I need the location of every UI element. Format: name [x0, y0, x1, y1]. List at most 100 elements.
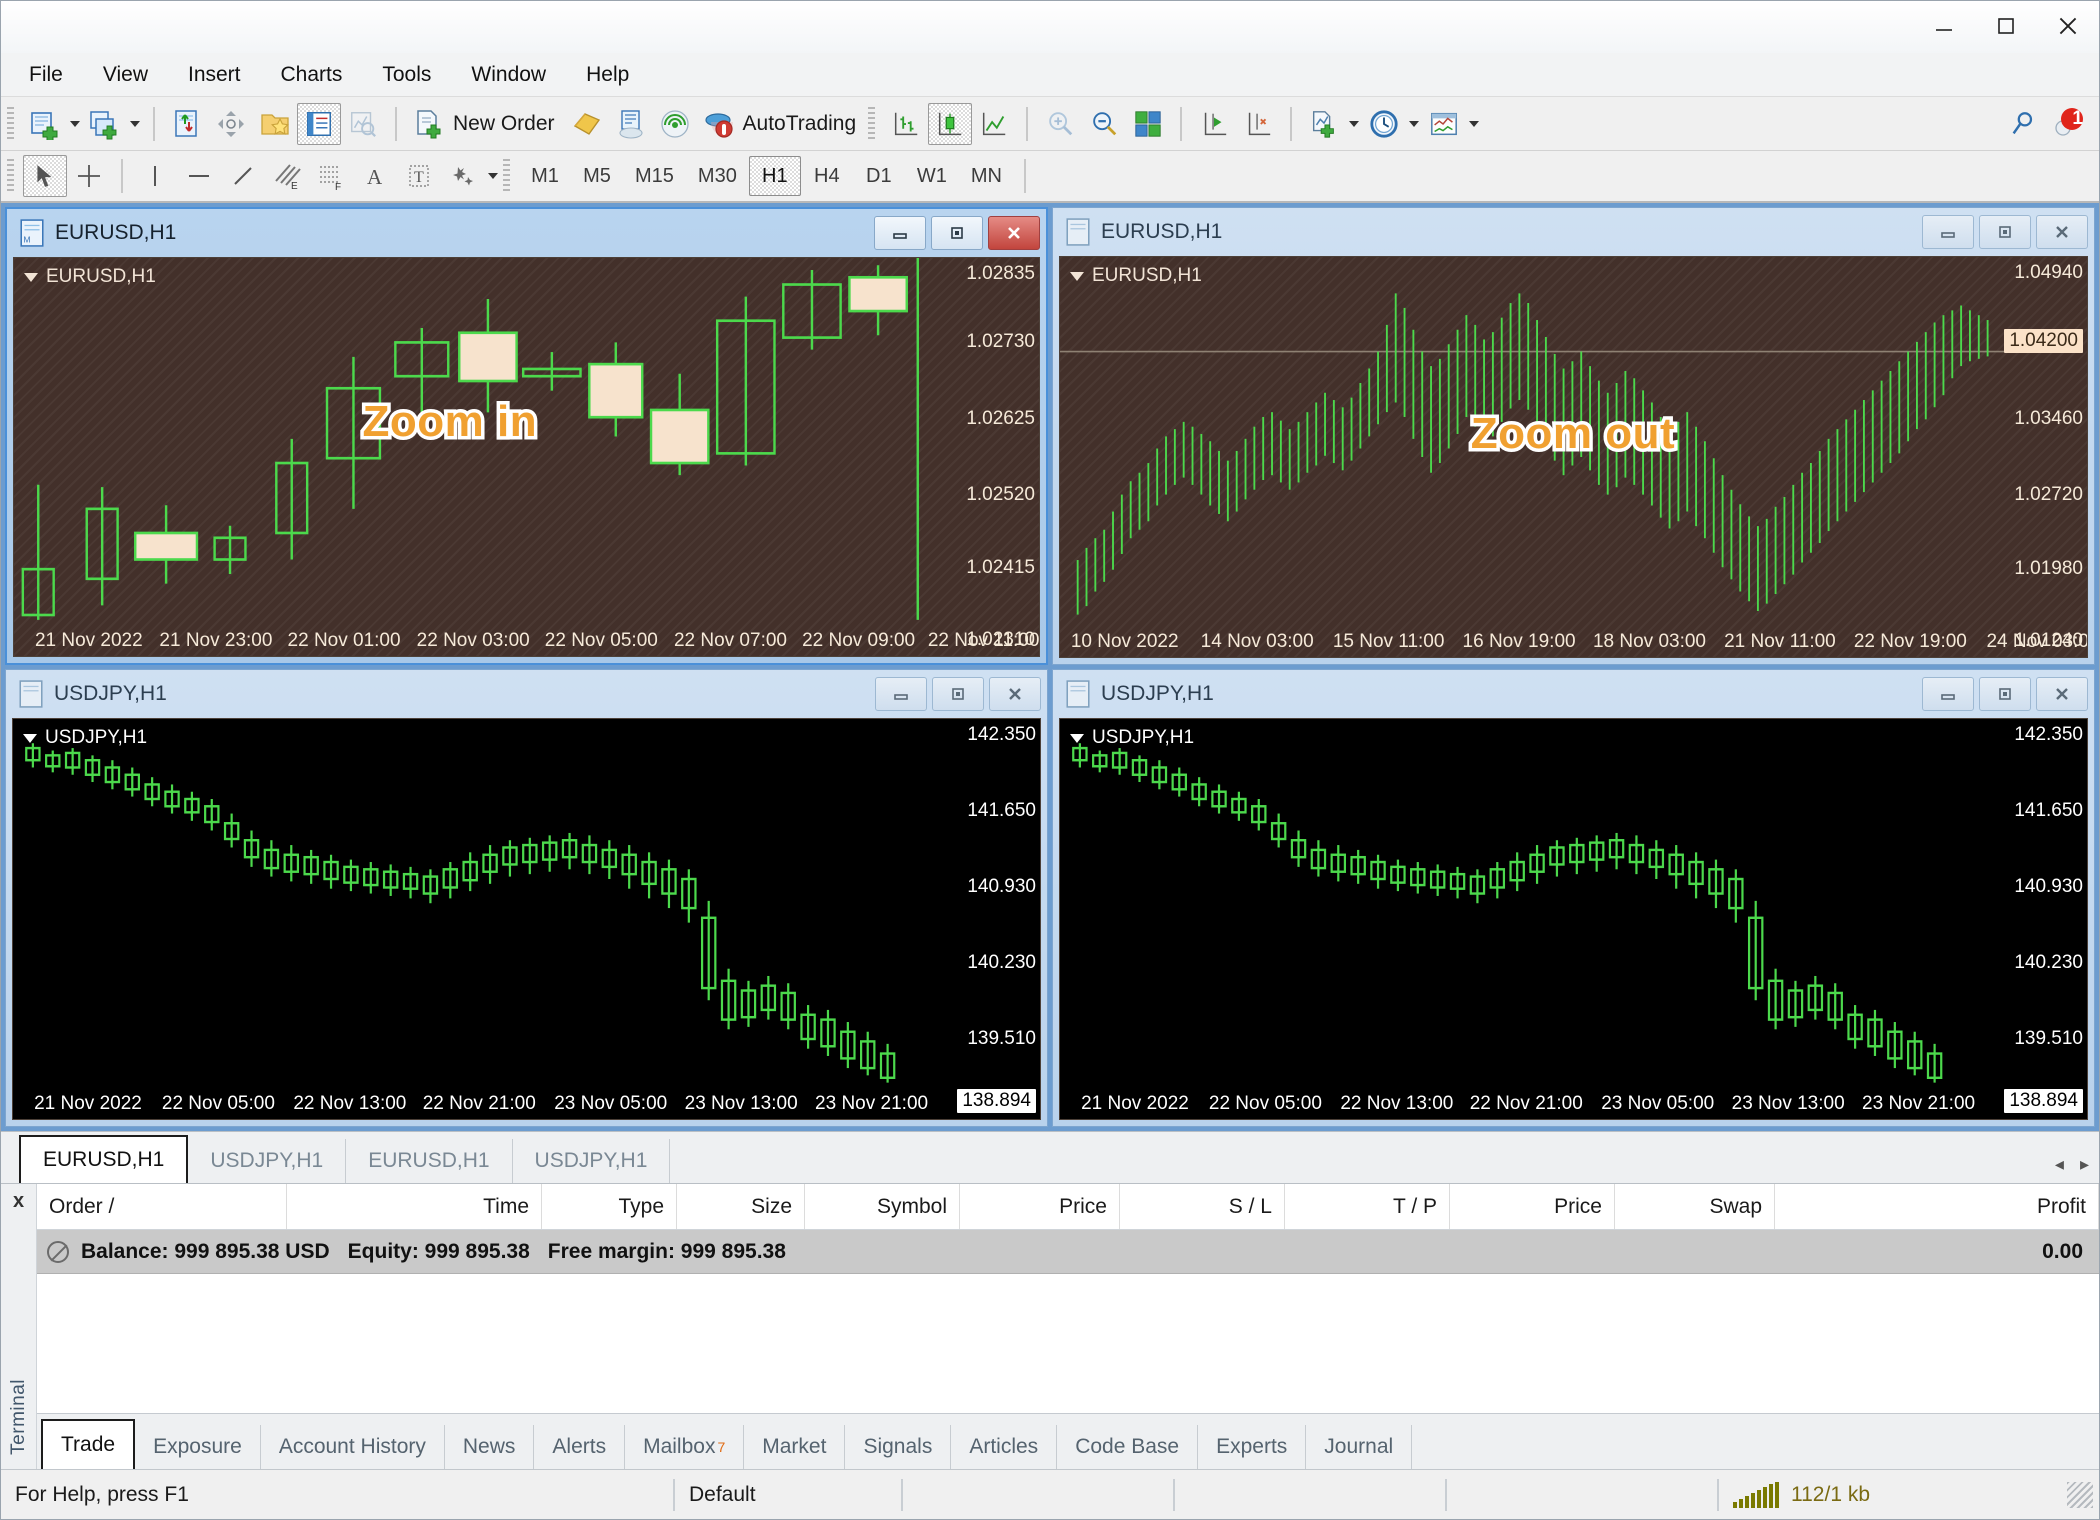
status-connection[interactable]: 112/1 kb — [1719, 1477, 1884, 1513]
column-price-open[interactable]: Price — [960, 1184, 1120, 1229]
chart-time-axis-1[interactable]: 21 Nov 2022 21 Nov 23:00 22 Nov 01:00 22… — [14, 620, 1039, 656]
timeframe-m30[interactable]: M30 — [686, 156, 749, 196]
auto-scroll-button[interactable] — [1236, 103, 1280, 145]
tile-windows-button[interactable] — [1126, 103, 1170, 145]
candlestick-chart-button[interactable] — [928, 102, 973, 145]
column-profit[interactable]: Profit — [1775, 1184, 2099, 1229]
zoom-in-button[interactable] — [1038, 103, 1082, 145]
chart-tab-eurusd-1[interactable]: EURUSD,H1 — [19, 1135, 189, 1183]
signals-button[interactable] — [653, 103, 697, 145]
column-size[interactable]: Size — [677, 1184, 805, 1229]
menu-item-file[interactable]: File — [9, 57, 83, 93]
terminal-tab-market[interactable]: Market — [744, 1425, 846, 1469]
chart-restore-button-1[interactable] — [931, 216, 983, 250]
new-order-button[interactable] — [407, 103, 451, 145]
cursor-tool-button[interactable] — [23, 155, 67, 197]
chart-time-axis-4[interactable]: 21 Nov 2022 22 Nov 05:00 22 Nov 13:00 22… — [1060, 1083, 2087, 1119]
chart-plot-1[interactable]: EURUSD,H1 Zoom in 1.02835 1.02730 1.0262… — [13, 257, 1040, 657]
chart-close-button-2[interactable] — [2036, 215, 2088, 249]
templates-button[interactable] — [1422, 103, 1466, 145]
terminal-tab-trade[interactable]: Trade — [41, 1419, 136, 1469]
market-watch-button[interactable] — [165, 103, 209, 145]
timeframe-w1[interactable]: W1 — [905, 156, 959, 196]
terminal-tab-alerts[interactable]: Alerts — [534, 1425, 626, 1469]
strategy-tester-button[interactable] — [341, 103, 385, 145]
chart-restore-button-3[interactable] — [932, 677, 984, 711]
column-price-current[interactable]: Price — [1450, 1184, 1615, 1229]
trendline-button[interactable] — [221, 155, 265, 197]
fibonacci-retracement-button[interactable]: F — [309, 155, 353, 197]
column-order[interactable]: Order / — [37, 1184, 287, 1229]
resize-grip[interactable] — [2067, 1481, 2093, 1508]
window-close-button[interactable] — [2037, 6, 2099, 46]
timeframe-mn[interactable]: MN — [959, 156, 1014, 196]
chart-restore-button-2[interactable] — [1979, 215, 2031, 249]
news-button[interactable] — [609, 103, 653, 145]
terminal-tab-account-history[interactable]: Account History — [261, 1425, 445, 1469]
crosshair-button[interactable] — [209, 103, 253, 145]
arrows-dropdown[interactable] — [485, 155, 501, 197]
chart-window-eurusd-zoomout[interactable]: EURUSD,H1 EURUSD,H1 Zoom out 1.04940 1.0… — [1052, 207, 2095, 665]
vertical-line-button[interactable] — [133, 155, 177, 197]
chart-window-usdjpy-right[interactable]: USDJPY,H1 USDJPY,H1 142.350 141.650 140.… — [1052, 669, 2095, 1127]
chart-restore-button-4[interactable] — [1979, 677, 2031, 711]
chart-minimize-button-1[interactable] — [874, 216, 926, 250]
add-indicator-dropdown[interactable] — [1346, 103, 1362, 145]
zoom-out-button[interactable] — [1082, 103, 1126, 145]
column-symbol[interactable]: Symbol — [805, 1184, 960, 1229]
text-label-button[interactable]: T — [397, 155, 441, 197]
chart-time-axis-3[interactable]: 21 Nov 2022 22 Nov 05:00 22 Nov 13:00 22… — [13, 1083, 1040, 1119]
search-button[interactable] — [2001, 103, 2045, 145]
profiles-dropdown[interactable] — [127, 103, 143, 145]
metaeditor-button[interactable] — [565, 103, 609, 145]
chart-plot-4[interactable]: USDJPY,H1 142.350 141.650 140.930 140.23… — [1059, 718, 2088, 1120]
chart-window-usdjpy-left[interactable]: USDJPY,H1 USDJPY,H1 142.350 141.650 140.… — [5, 669, 1048, 1127]
shift-chart-button[interactable] — [1192, 103, 1236, 145]
trade-table-body[interactable] — [37, 1274, 2099, 1413]
line-studies-grip[interactable] — [7, 159, 17, 193]
notifications-button[interactable]: 1 — [2045, 103, 2089, 145]
column-type[interactable]: Type — [542, 1184, 677, 1229]
chart-minimize-button-3[interactable] — [875, 677, 927, 711]
chart-close-button-4[interactable] — [2036, 677, 2088, 711]
add-indicator-button[interactable] — [1302, 103, 1346, 145]
chart-tab-eurusd-2[interactable]: EURUSD,H1 — [346, 1139, 513, 1183]
terminal-tab-mailbox[interactable]: Mailbox 7 — [625, 1425, 745, 1469]
timeframe-m1[interactable]: M1 — [519, 156, 571, 196]
column-time[interactable]: Time — [287, 1184, 542, 1229]
chart-close-button-3[interactable] — [989, 677, 1041, 711]
equidistant-channel-button[interactable]: E — [265, 155, 309, 197]
chart-time-axis-2[interactable]: 10 Nov 2022 14 Nov 03:00 15 Nov 11:00 16… — [1060, 621, 2087, 657]
timeframe-d1[interactable]: D1 — [853, 156, 905, 196]
chart-plot-2[interactable]: EURUSD,H1 Zoom out 1.04940 1.04200 1.034… — [1059, 256, 2088, 658]
menu-item-window[interactable]: Window — [451, 57, 566, 93]
column-swap[interactable]: Swap — [1615, 1184, 1775, 1229]
terminal-tab-journal[interactable]: Journal — [1306, 1425, 1413, 1469]
period-button[interactable] — [1362, 103, 1406, 145]
chart-minimize-button-4[interactable] — [1922, 677, 1974, 711]
timeframe-m5[interactable]: M5 — [571, 156, 623, 196]
terminal-toggle-button[interactable] — [297, 102, 341, 145]
terminal-tab-news[interactable]: News — [445, 1425, 535, 1469]
horizontal-line-button[interactable] — [177, 155, 221, 197]
period-dropdown[interactable] — [1406, 103, 1422, 145]
timeframe-m15[interactable]: M15 — [623, 156, 686, 196]
timeframe-h1[interactable]: H1 — [748, 156, 801, 196]
chart-plot-3[interactable]: USDJPY,H1 142.350 141.650 140.930 140.23… — [12, 718, 1041, 1120]
chart-window-eurusd-zoomin[interactable]: M EURUSD,H1 EURUSD,H1 Zoom in 1.02835 1.… — [5, 207, 1048, 665]
chart-close-button-1[interactable] — [988, 216, 1040, 250]
bar-chart-button[interactable] — [884, 103, 928, 145]
chart-type-grip[interactable] — [868, 106, 879, 141]
column-take-profit[interactable]: T / P — [1285, 1184, 1450, 1229]
toolbar-grip[interactable] — [7, 106, 17, 141]
timeframe-h4[interactable]: H4 — [801, 156, 853, 196]
text-tool-button[interactable]: A — [353, 155, 397, 197]
line-chart-button[interactable] — [972, 103, 1016, 145]
chart-minimize-button-2[interactable] — [1922, 215, 1974, 249]
menu-item-help[interactable]: Help — [566, 57, 649, 93]
column-stop-loss[interactable]: S / L — [1120, 1184, 1285, 1229]
chart-tab-usdjpy-1[interactable]: USDJPY,H1 — [188, 1139, 347, 1183]
autotrading-label[interactable]: AutoTrading — [741, 112, 867, 136]
autotrading-button[interactable] — [697, 103, 741, 145]
templates-dropdown[interactable] — [1466, 103, 1482, 145]
